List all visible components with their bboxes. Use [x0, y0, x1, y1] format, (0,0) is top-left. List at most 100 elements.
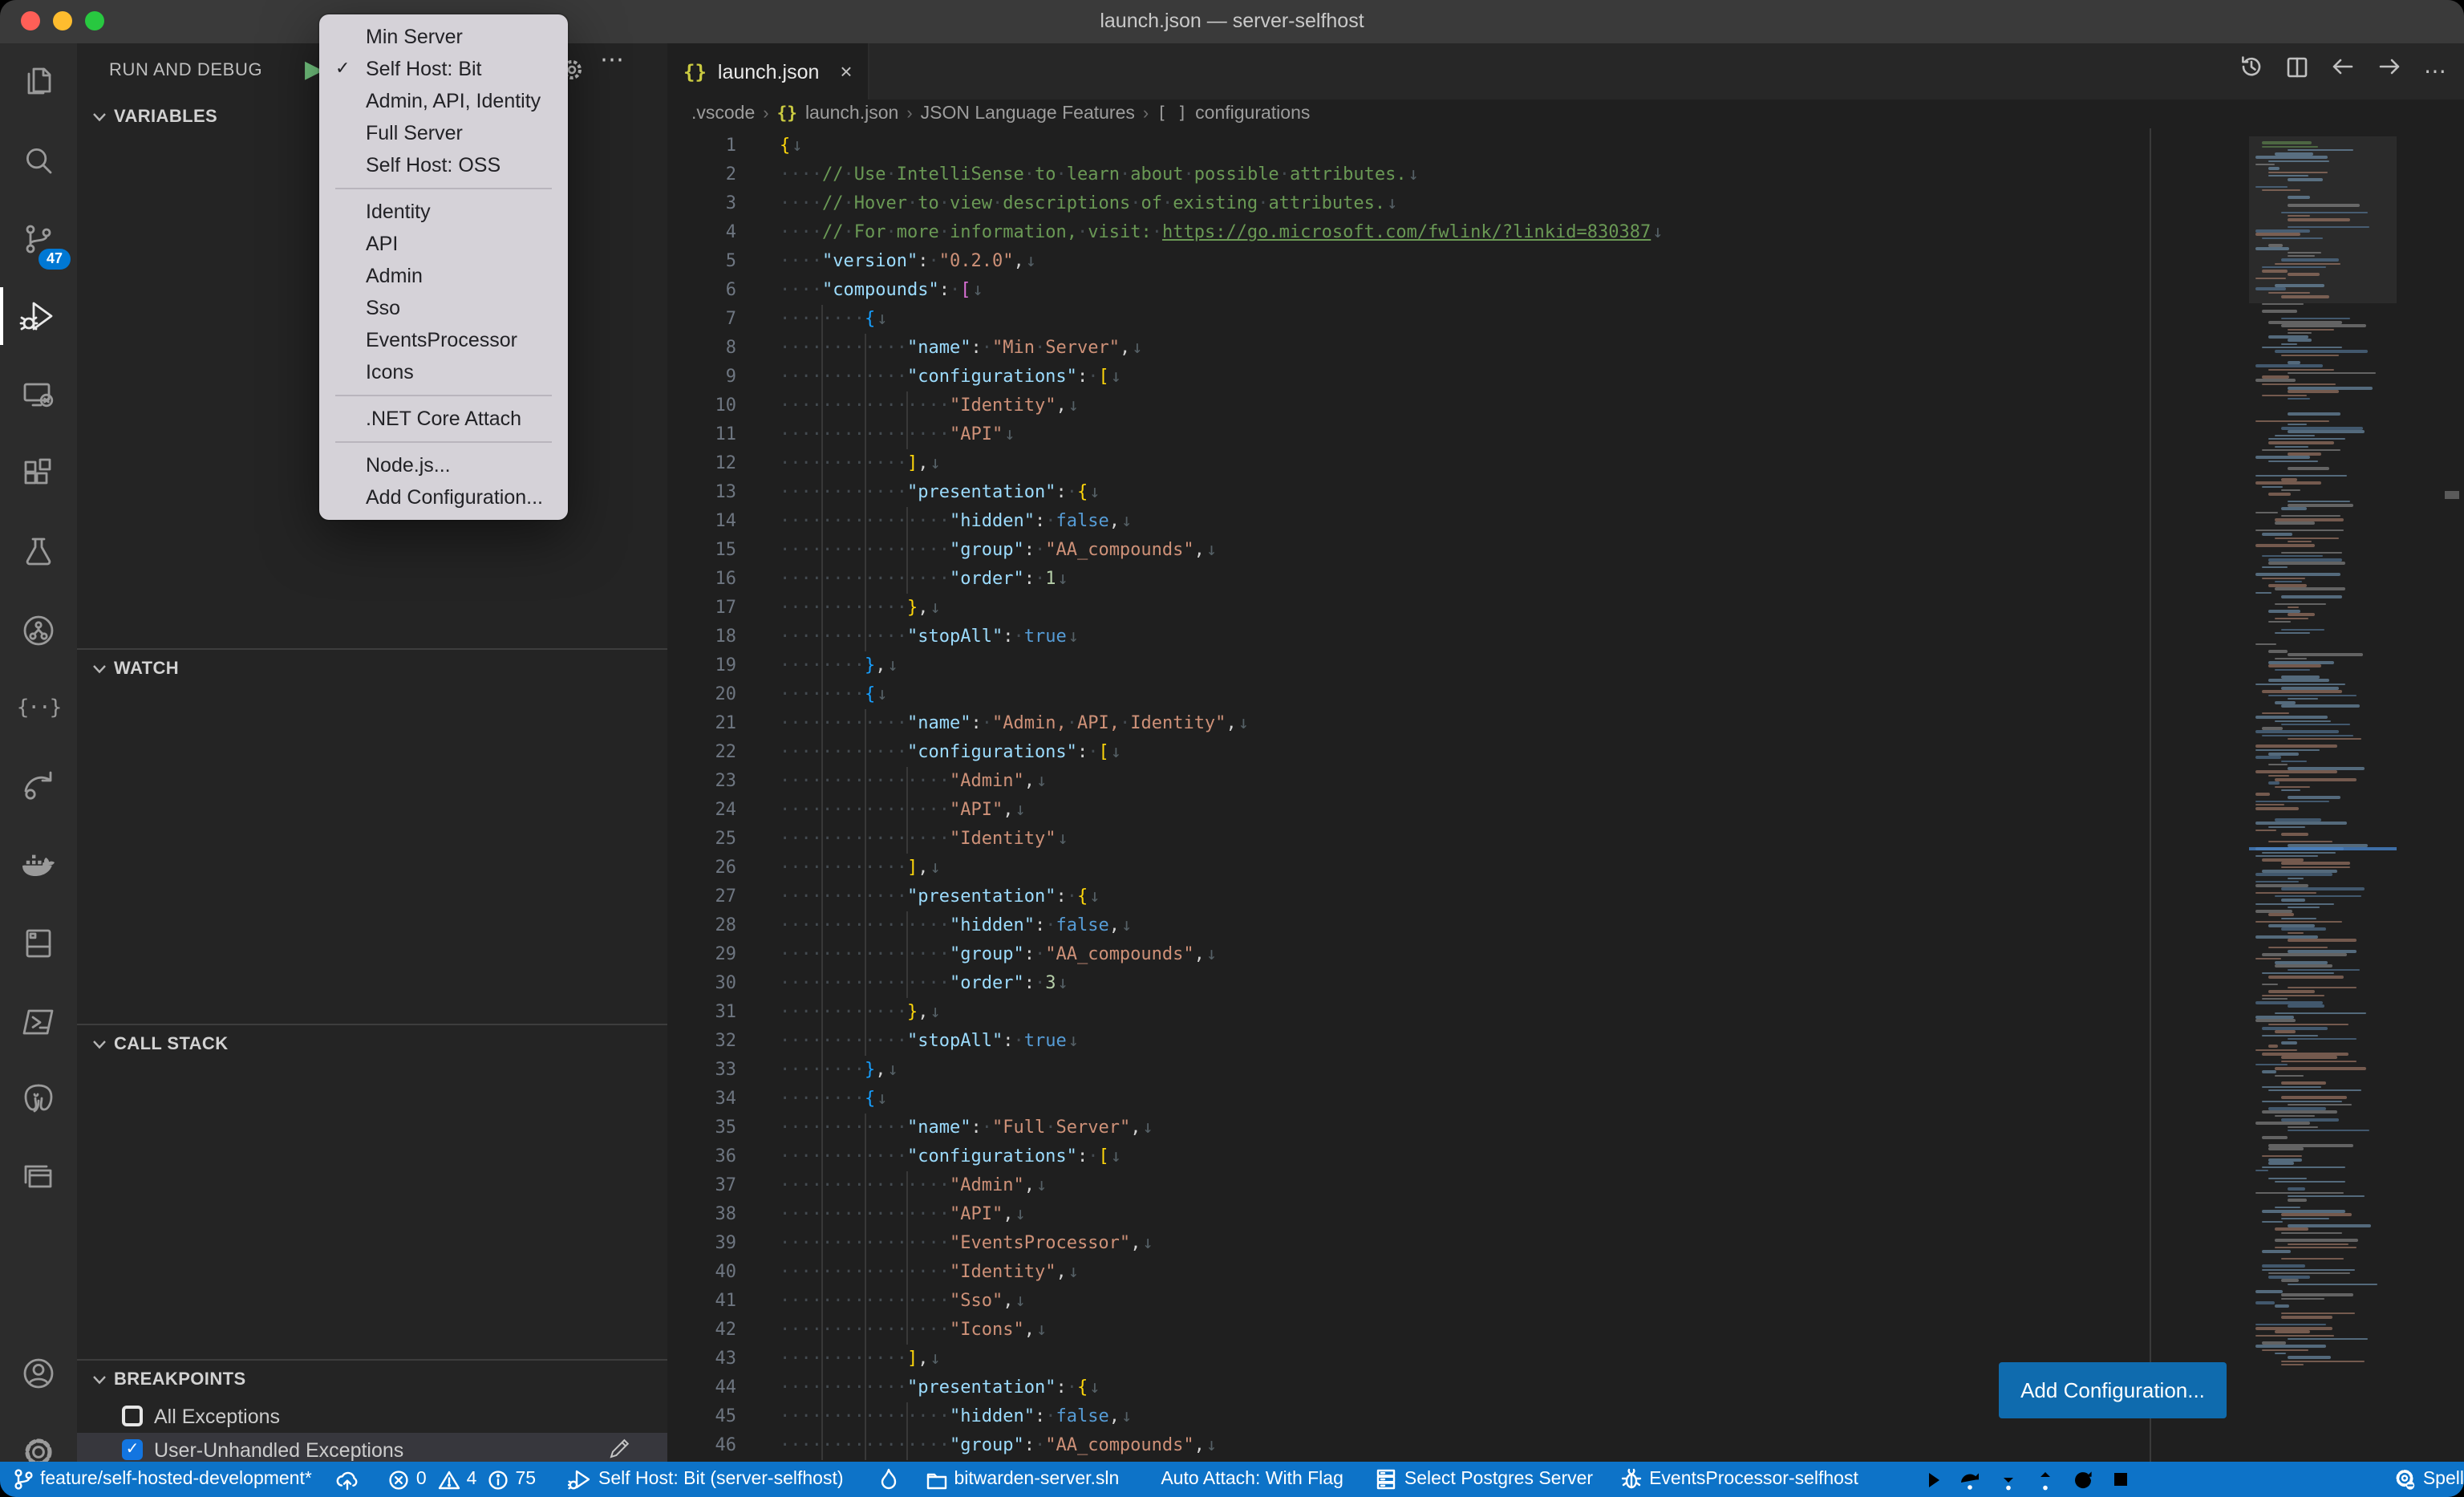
line-number[interactable]: 2	[667, 160, 776, 189]
activity-live-share-icon[interactable]	[0, 748, 77, 825]
activity-extensions-icon[interactable]	[0, 435, 77, 512]
code-line[interactable]: 18············"stopAll":·true↓	[667, 623, 2464, 651]
line-number[interactable]: 3	[667, 189, 776, 218]
split-editor-icon[interactable]	[2286, 55, 2308, 86]
code-line[interactable]: 26············],↓	[667, 854, 2464, 882]
timeline-icon[interactable]	[2239, 55, 2263, 87]
status-auto-attach-with-flag[interactable]: Auto Attach: With Flag	[1161, 1470, 1343, 1489]
checkbox[interactable]	[122, 1406, 143, 1426]
line-number[interactable]: 41	[667, 1287, 776, 1316]
menu-item-icons[interactable]: Icons	[319, 356, 568, 388]
breadcrumb-item[interactable]: .vscode	[691, 104, 755, 124]
continue-icon[interactable]	[1921, 1469, 1942, 1490]
activity-remote-explorer-icon[interactable]	[0, 356, 77, 433]
line-number[interactable]: 4	[667, 218, 776, 247]
code-line[interactable]: 9············"configurations":·[↓	[667, 363, 2464, 391]
code-line[interactable]: 40················"Identity",↓	[667, 1258, 2464, 1287]
code-line[interactable]: 31············},↓	[667, 998, 2464, 1027]
line-number[interactable]: 34	[667, 1085, 776, 1114]
activity-explorer-icon[interactable]	[0, 43, 77, 120]
code-line[interactable]: 30················"order":·3↓	[667, 969, 2464, 998]
line-number[interactable]: 7	[667, 305, 776, 334]
line-number[interactable]: 30	[667, 969, 776, 998]
breadcrumb-item[interactable]: configurations	[1195, 104, 1310, 124]
line-number[interactable]: 43	[667, 1345, 776, 1373]
line-number[interactable]: 27	[667, 882, 776, 911]
activity-storage-icon[interactable]	[0, 905, 77, 982]
code-line[interactable]: 28················"hidden":·false,↓	[667, 911, 2464, 940]
tab-launch-json[interactable]: {} launch.json ×	[667, 43, 870, 99]
activity-docker-icon[interactable]	[0, 826, 77, 903]
line-number[interactable]: 44	[667, 1373, 776, 1402]
activity-source-control-icon[interactable]: 47	[0, 200, 77, 277]
code-line[interactable]: 24················"API",↓	[667, 796, 2464, 825]
line-number[interactable]: 22	[667, 738, 776, 767]
code-line[interactable]: 12············],↓	[667, 449, 2464, 478]
line-number[interactable]: 5	[667, 247, 776, 276]
line-number[interactable]: 31	[667, 998, 776, 1027]
step-into-icon[interactable]	[2000, 1469, 2019, 1490]
line-number[interactable]: 19	[667, 651, 776, 680]
line-number[interactable]: 17	[667, 594, 776, 623]
code-editor[interactable]: 1{↓2····//·Use·IntelliSense·to·learn·abo…	[667, 128, 2464, 1462]
line-number[interactable]: 28	[667, 911, 776, 940]
back-icon[interactable]	[2331, 56, 2355, 85]
code-line[interactable]: 7········{↓	[667, 305, 2464, 334]
line-number[interactable]: 11	[667, 420, 776, 449]
status-git-branch[interactable]: feature/self-hosted-development*	[13, 1468, 312, 1491]
more-actions-icon[interactable]: ⋯	[600, 45, 626, 74]
code-line[interactable]: 46················"group":·"AA_compounds…	[667, 1431, 2464, 1460]
line-number[interactable]: 29	[667, 940, 776, 969]
line-number[interactable]: 15	[667, 536, 776, 565]
code-line[interactable]: 34········{↓	[667, 1085, 2464, 1114]
activity-rest-brackets-icon[interactable]: {··}	[0, 670, 77, 747]
line-number[interactable]: 12	[667, 449, 776, 478]
menu-item-self-host-bit[interactable]: ✓Self Host: Bit	[319, 53, 568, 85]
code-line[interactable]: 25················"Identity"↓	[667, 825, 2464, 854]
line-number[interactable]: 39	[667, 1229, 776, 1258]
code-line[interactable]: 11················"API"↓	[667, 420, 2464, 449]
menu-item-eventsprocessor[interactable]: EventsProcessor	[319, 324, 568, 356]
code-line[interactable]: 17············},↓	[667, 594, 2464, 623]
status-solution[interactable]: bitwarden-server.sln	[926, 1469, 1120, 1490]
code-line[interactable]: 20········{↓	[667, 680, 2464, 709]
code-line[interactable]: 13············"presentation":·{↓	[667, 478, 2464, 507]
activity-search-icon[interactable]	[0, 122, 77, 199]
menu-item-add-configuration-[interactable]: Add Configuration...	[319, 481, 568, 513]
code-line[interactable]: 4····//·For·more·information,·visit:·htt…	[667, 218, 2464, 247]
line-number[interactable]: 32	[667, 1027, 776, 1056]
line-number[interactable]: 38	[667, 1200, 776, 1229]
code-line[interactable]: 1{↓	[667, 132, 2464, 160]
code-line[interactable]: 32············"stopAll":·true↓	[667, 1027, 2464, 1056]
code-line[interactable]: 5····"version":·"0.2.0",↓	[667, 247, 2464, 276]
line-number[interactable]: 37	[667, 1171, 776, 1200]
menu-item--net-core-attach[interactable]: .NET Core Attach	[319, 403, 568, 435]
line-number[interactable]: 8	[667, 334, 776, 363]
status-warning[interactable]: 4	[438, 1469, 477, 1490]
line-number[interactable]: 18	[667, 623, 776, 651]
line-number[interactable]: 45	[667, 1402, 776, 1431]
code-line[interactable]: 21············"name":·"Admin,·API,·Ident…	[667, 709, 2464, 738]
code-line[interactable]: 33········},↓	[667, 1056, 2464, 1085]
line-number[interactable]: 42	[667, 1316, 776, 1345]
status-error[interactable]: 0	[389, 1469, 427, 1490]
status-debug[interactable]: Self Host: Bit (server-selfhost)	[568, 1468, 843, 1491]
menu-item-api[interactable]: API	[319, 228, 568, 260]
line-number[interactable]: 9	[667, 363, 776, 391]
breadcrumb-item[interactable]: JSON Language Features	[921, 104, 1135, 124]
section-header-call-stack[interactable]: CALL STACK	[77, 1025, 667, 1062]
code-line[interactable]: 35············"name":·"Full·Server",↓	[667, 1114, 2464, 1142]
line-number[interactable]: 16	[667, 565, 776, 594]
code-line[interactable]: 22············"configurations":·[↓	[667, 738, 2464, 767]
pause-icon[interactable]	[1884, 1469, 1903, 1490]
step-out-icon[interactable]	[2036, 1469, 2056, 1490]
code-line[interactable]: 41················"Sso",↓	[667, 1287, 2464, 1316]
more-actions-icon[interactable]: ⋯	[2424, 57, 2448, 84]
code-line[interactable]: 8············"name":·"Min·Server",↓	[667, 334, 2464, 363]
code-line[interactable]: 42················"Icons",↓	[667, 1316, 2464, 1345]
status-flame[interactable]	[879, 1468, 898, 1491]
code-line[interactable]: 16················"order":·1↓	[667, 565, 2464, 594]
activity-testing-icon[interactable]	[0, 513, 77, 590]
activity-run-and-debug-icon[interactable]	[0, 278, 77, 355]
add-configuration-button[interactable]: Add Configuration...	[1999, 1362, 2227, 1418]
